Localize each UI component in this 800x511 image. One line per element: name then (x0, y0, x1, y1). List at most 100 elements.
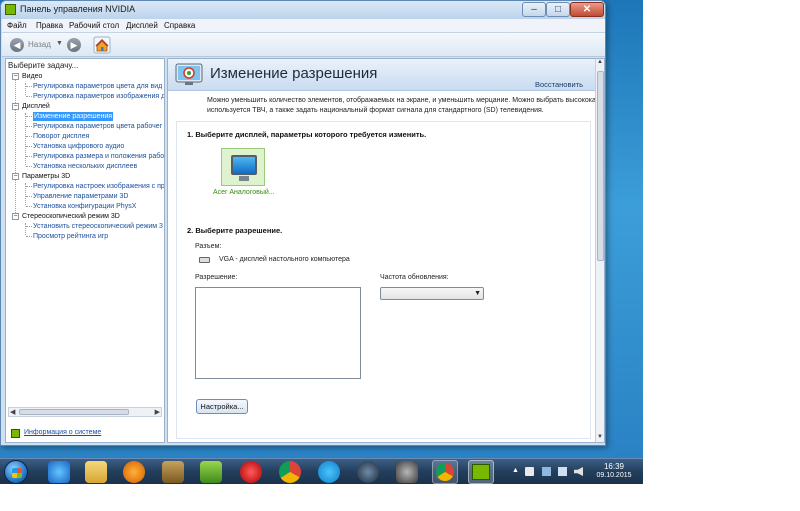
system-info-icon (11, 429, 20, 438)
scrollbar-thumb[interactable] (597, 71, 604, 261)
tree-item-desktop-color[interactable]: Регулировка параметров цвета рабочег (33, 122, 162, 131)
nvidia-control-panel-taskbar-icon[interactable] (468, 460, 494, 484)
tree-item-video-image[interactable]: Регулировка параметров изображения д (33, 92, 164, 101)
internet-explorer-icon[interactable] (48, 461, 70, 483)
page-title: Изменение разрешения (210, 65, 378, 82)
maximize-button[interactable]: □ (546, 2, 570, 17)
tree-item-desktop-size[interactable]: Регулировка размера и положения рабо (33, 152, 164, 161)
tree-item-game-ratings[interactable]: Просмотр рейтинга игр (33, 232, 108, 241)
action-center-flag-icon[interactable] (525, 467, 534, 476)
steam-icon[interactable] (357, 461, 379, 483)
chrome-running-icon[interactable] (432, 460, 458, 484)
tree-item-change-resolution[interactable]: Изменение разрешения (33, 112, 114, 121)
customize-button[interactable]: Настройка... (196, 399, 248, 414)
tree-category-stereo-3d[interactable]: Стереоскопический режим 3D (22, 212, 120, 221)
history-dropdown-icon[interactable]: ▼ (56, 40, 63, 47)
game-launcher-icon[interactable] (162, 461, 184, 483)
tree-branch (26, 236, 32, 237)
scrollbar-thumb[interactable] (19, 409, 129, 415)
scroll-up-icon[interactable]: ▲ (597, 59, 603, 65)
tree-item-manage-3d[interactable]: Управление параметрами 3D (33, 192, 128, 201)
chevron-down-icon[interactable]: ▼ (474, 290, 481, 297)
chrome-icon[interactable] (279, 461, 301, 483)
tree-branch (26, 146, 32, 147)
display-name-label[interactable]: Acer Аналоговый... (213, 189, 275, 196)
tree-guide-line (15, 77, 16, 217)
volume-icon[interactable] (574, 467, 583, 476)
tree-branch (26, 196, 32, 197)
forward-arrow-icon[interactable]: ▶ (67, 38, 81, 52)
connector-label: Разъем: (195, 243, 222, 250)
tree-item-video-color[interactable]: Регулировка параметров цвета для вид (33, 82, 162, 91)
scroll-right-icon[interactable]: ▶ (155, 408, 160, 416)
taskbar: ▲ 16:39 09.10.2015 (0, 458, 643, 484)
menu-help[interactable]: Справка (164, 21, 195, 30)
system-info-link[interactable]: Информация о системе (24, 429, 101, 436)
nvidia-logo (472, 464, 490, 480)
restore-defaults-link[interactable]: Восстановить (535, 80, 583, 89)
back-label[interactable]: Назад (28, 40, 51, 49)
collapse-toggle-display[interactable]: − (12, 103, 19, 110)
resolution-label: Разрешение: (195, 274, 238, 281)
screen: Панель управления NVIDIA – □ ✕ Файл Прав… (0, 0, 800, 511)
tree-branch (26, 116, 32, 117)
section-select-resolution-title: 2. Выберите разрешение. (187, 226, 283, 235)
tray-app-icon[interactable] (542, 467, 551, 476)
tree-guide-line (25, 113, 26, 165)
home-icon[interactable] (93, 36, 111, 54)
tree-branch (26, 126, 32, 127)
minimize-button[interactable]: – (522, 2, 546, 17)
main-content-panel: Изменение разрешения Восстановить Можно … (167, 58, 605, 443)
description-line: используется ТВЧ, а также задать национа… (207, 107, 544, 114)
game-app-icon[interactable] (396, 461, 418, 483)
menu-file[interactable]: Файл (7, 21, 27, 30)
skype-icon[interactable] (318, 461, 340, 483)
connector-value: VGA - дисплей настольного компьютера (219, 256, 350, 263)
resolution-listbox[interactable] (195, 287, 361, 379)
close-button[interactable]: ✕ (570, 2, 604, 17)
tree-item-set-stereo[interactable]: Установить стереоскопический режим 3 (33, 222, 163, 231)
refresh-rate-dropdown[interactable]: ▼ (380, 287, 484, 300)
start-button[interactable] (4, 460, 28, 484)
tree-branch (26, 136, 32, 137)
collapse-toggle-video[interactable]: − (12, 73, 19, 80)
settings-area: 1. Выберите дисплей, параметры которого … (176, 121, 591, 439)
show-hidden-icons-icon[interactable]: ▲ (512, 467, 519, 474)
vga-connector-icon (199, 257, 210, 263)
scroll-down-icon[interactable]: ▼ (597, 434, 603, 440)
clock-time[interactable]: 16:39 (596, 462, 632, 471)
tree-category-display[interactable]: Дисплей (22, 102, 50, 111)
tree-item-digital-audio[interactable]: Установка цифрового аудио (33, 142, 124, 151)
nvidia-control-panel-window: Панель управления NVIDIA – □ ✕ Файл Прав… (0, 0, 606, 446)
tree-item-rotate-display[interactable]: Поворот дисплея (33, 132, 89, 141)
bluestacks-icon[interactable] (200, 461, 222, 483)
section-select-display-title: 1. Выберите дисплей, параметры которого … (187, 130, 427, 139)
clock-date[interactable]: 09.10.2015 (592, 472, 636, 479)
network-icon[interactable] (558, 467, 567, 476)
collapse-toggle-stereo[interactable]: − (12, 213, 19, 220)
collapse-toggle-3d[interactable]: − (12, 173, 19, 180)
scroll-left-icon[interactable]: ◀ (10, 408, 15, 416)
info-app-icon[interactable] (123, 461, 145, 483)
tree-category-3d[interactable]: Параметры 3D (22, 172, 70, 181)
title-bar[interactable]: Панель управления NVIDIA – □ ✕ (1, 1, 605, 19)
menu-bar: Файл Правка Рабочий стол Дисплей Справка (2, 19, 605, 33)
menu-desktop[interactable]: Рабочий стол (69, 21, 119, 30)
menu-edit[interactable]: Правка (36, 21, 63, 30)
file-explorer-icon[interactable] (85, 461, 107, 483)
display-selector-tile[interactable] (221, 148, 265, 186)
page-description: Можно уменьшить количество элементов, от… (207, 96, 597, 116)
main-vertical-scrollbar[interactable]: ▲ ▼ (595, 59, 604, 442)
tree-guide-line (25, 83, 26, 95)
back-arrow-icon[interactable]: ◀ (10, 38, 24, 52)
task-panel-header: Выберите задачу... (8, 61, 79, 70)
tree-category-video[interactable]: Видео (22, 72, 42, 81)
tree-item-3d-preview[interactable]: Регулировка настроек изображения с пр (33, 182, 164, 191)
task-panel-horizontal-scrollbar[interactable]: ◀ ▶ (8, 407, 162, 417)
record-app-icon[interactable] (240, 461, 262, 483)
menu-display[interactable]: Дисплей (126, 21, 158, 30)
tree-item-physx[interactable]: Установка конфигурации PhysX (33, 202, 136, 211)
tree-branch (26, 86, 32, 87)
tree-item-multiple-displays[interactable]: Установка нескольких дисплеев (33, 162, 137, 171)
refresh-rate-label: Частота обновления: (380, 274, 449, 281)
